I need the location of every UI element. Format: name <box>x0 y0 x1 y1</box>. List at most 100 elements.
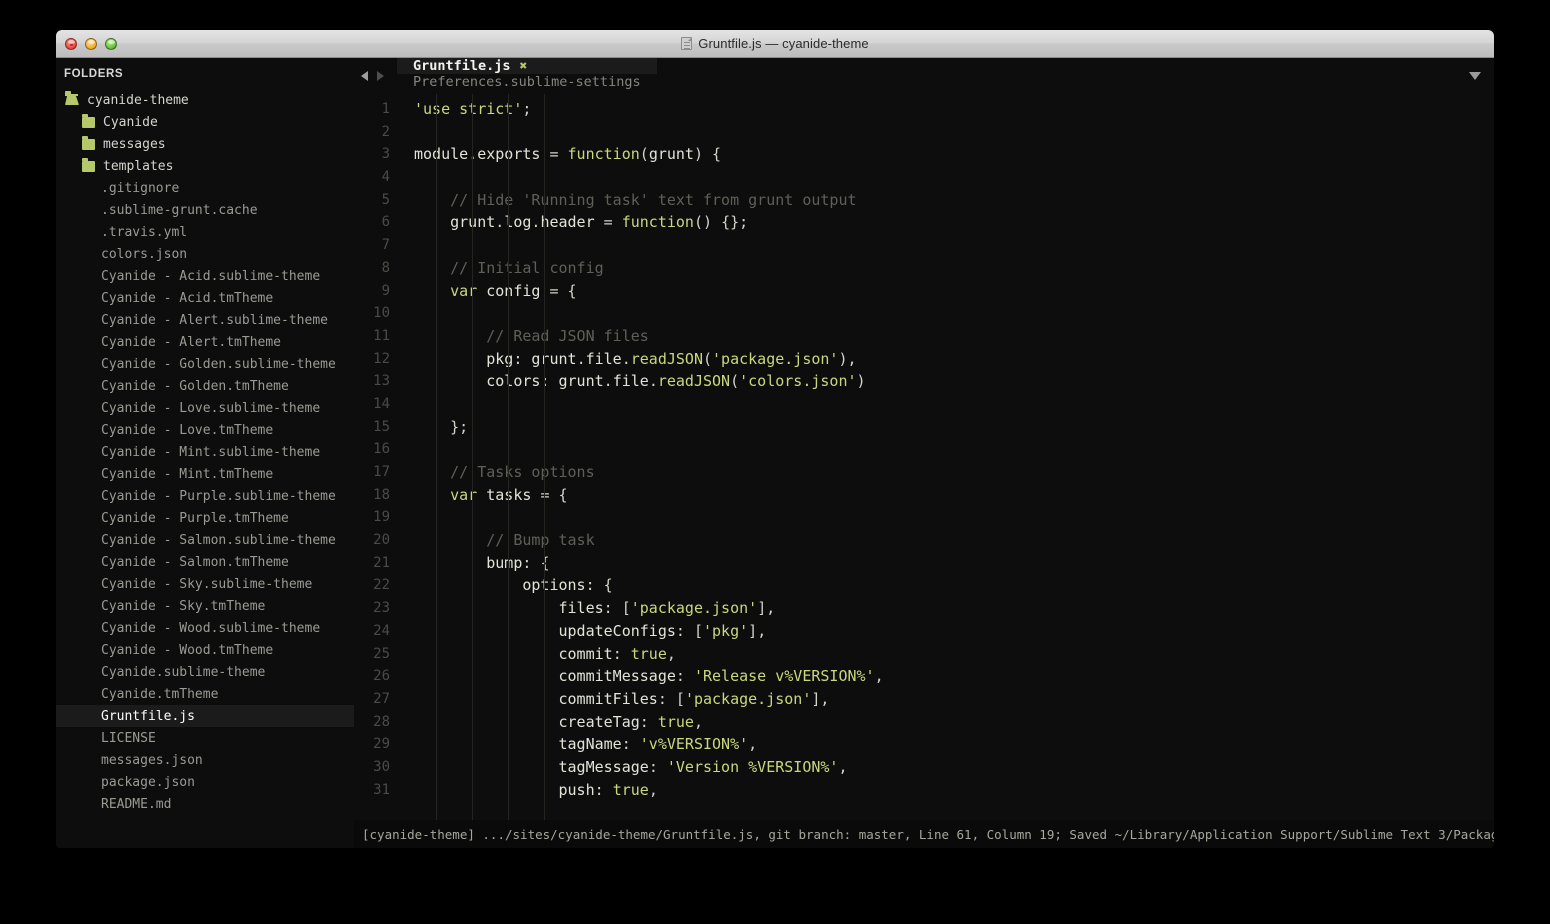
sidebar-item-label: Cyanide - Sky.tmTheme <box>101 598 266 614</box>
sidebar-item-label: Cyanide - Salmon.sublime-theme <box>101 532 336 548</box>
tab-preferences-sublime-settings[interactable]: Preferences.sublime-settings <box>397 74 657 90</box>
tab-gruntfile-js[interactable]: Gruntfile.js ✖ <box>397 58 657 74</box>
sidebar-item-cyanide---salmon.sublime-theme[interactable]: Cyanide - Salmon.sublime-theme <box>56 529 354 551</box>
sidebar-item-.sublime-grunt.cache[interactable]: .sublime-grunt.cache <box>56 199 354 221</box>
sidebar-item-.gitignore[interactable]: .gitignore <box>56 177 354 199</box>
code-line: commit: true, <box>558 644 676 663</box>
code-area[interactable]: 1 2 3 4 5 6 7 8 9 10 11 12 13 14 15 16 17 18 19 20 21 22 23 24 2… <box>354 94 1494 820</box>
window-body: FOLDERS cyanide-theme Cyanide messages tem… <box>56 58 1494 848</box>
sidebar-item-cyanide---purple.sublime-theme[interactable]: Cyanide - Purple.sublime-theme <box>56 485 354 507</box>
line-number: 5 <box>381 191 390 208</box>
sidebar-item-cyanide---acid.tmtheme[interactable]: Cyanide - Acid.tmTheme <box>56 287 354 309</box>
sidebar-header: FOLDERS <box>64 68 124 80</box>
sidebar-item-label: Cyanide - Acid.tmTheme <box>101 290 274 306</box>
sidebar-item-cyanide---love.sublime-theme[interactable]: Cyanide - Love.sublime-theme <box>56 397 354 419</box>
line-number: 20 <box>373 532 390 549</box>
line-number: 17 <box>373 464 390 480</box>
sidebar-item-cyanide---mint.sublime-theme[interactable]: Cyanide - Mint.sublime-theme <box>56 441 354 463</box>
sidebar-root-folder[interactable]: cyanide-theme <box>56 89 354 111</box>
sidebar-item-cyanide.sublime-theme[interactable]: Cyanide.sublime-theme <box>56 661 354 683</box>
sidebar-item-license[interactable]: LICENSE <box>56 727 354 749</box>
sidebar-item-cyanide---sky.sublime-theme[interactable]: Cyanide - Sky.sublime-theme <box>56 573 354 595</box>
line-number: 4 <box>381 169 390 186</box>
line-number: 30 <box>373 758 390 775</box>
sidebar-item-label: package.json <box>101 774 195 790</box>
sidebar-folder-list: Cyanide messages templates <box>56 111 354 177</box>
sidebar-item-cyanide-theme[interactable]: cyanide-theme <box>56 89 354 111</box>
folder-open-icon <box>65 90 79 105</box>
code-line: tagMessage: 'Version %VERSION%', <box>558 757 848 776</box>
sidebar-item-cyanide---wood.sublime-theme[interactable]: Cyanide - Wood.sublime-theme <box>56 617 354 639</box>
sidebar-item-cyanide---alert.sublime-theme[interactable]: Cyanide - Alert.sublime-theme <box>56 309 354 331</box>
sidebar-item-label: Cyanide - Alert.tmTheme <box>101 334 282 350</box>
sidebar-file-list: .gitignore .sublime-grunt.cache .travis.ym… <box>56 177 354 815</box>
sidebar-item-Cyanide[interactable]: Cyanide <box>56 111 354 133</box>
sidebar-item-package.json[interactable]: package.json <box>56 771 354 793</box>
status-bar-text: [cyanide-theme] .../sites/cyanide-theme/… <box>362 826 1494 842</box>
code-line: grunt.log.header = function() {}; <box>450 213 749 232</box>
arrow-right-icon[interactable] <box>377 71 384 81</box>
line-number: 2 <box>381 123 390 140</box>
sidebar-item-cyanide---love.tmtheme[interactable]: Cyanide - Love.tmTheme <box>56 419 354 441</box>
sidebar-item-label: Cyanide - Acid.sublime-theme <box>101 268 321 284</box>
code-line: createTag: true, <box>558 712 704 731</box>
line-number: 3 <box>381 146 390 163</box>
sidebar-item-label: templates <box>103 158 174 174</box>
tab-overflow-menu[interactable] <box>1469 58 1481 94</box>
sidebar-item-label: Cyanide - Love.sublime-theme <box>101 400 321 416</box>
line-number: 22 <box>373 577 390 594</box>
sidebar-item-.travis.yml[interactable]: .travis.yml <box>56 221 354 243</box>
line-number: 31 <box>373 781 390 798</box>
sidebar-item-label: Cyanide - Wood.tmTheme <box>101 642 274 658</box>
arrow-left-icon[interactable] <box>361 71 368 81</box>
title-bar: Gruntfile.js — cyanide-theme <box>56 30 1494 58</box>
chevron-down-icon[interactable] <box>1469 72 1481 80</box>
code-line: files: ['package.json'], <box>558 599 776 618</box>
sidebar-item-messages[interactable]: messages <box>56 133 354 155</box>
status-bar: [cyanide-theme] .../sites/cyanide-theme/… <box>354 820 1494 848</box>
code-content[interactable]: 'use strict'; module.exports = function(… <box>400 94 1494 820</box>
code-line: commitMessage: 'Release v%VERSION%', <box>558 667 884 686</box>
window-title: Gruntfile.js — cyanide-theme <box>56 36 1494 51</box>
sidebar-item-label: .travis.yml <box>101 224 188 240</box>
sidebar-item-label: Cyanide - Sky.sublime-theme <box>101 576 313 592</box>
folder-icon <box>82 157 95 172</box>
sidebar-item-cyanide---salmon.tmtheme[interactable]: Cyanide - Salmon.tmTheme <box>56 551 354 573</box>
sidebar-item-templates[interactable]: templates <box>56 155 354 177</box>
sidebar-item-readme.md[interactable]: README.md <box>56 793 354 815</box>
indent-guide <box>508 94 510 820</box>
sidebar-item-label: Cyanide - Golden.tmTheme <box>101 378 289 394</box>
sidebar-item-cyanide---acid.sublime-theme[interactable]: Cyanide - Acid.sublime-theme <box>56 265 354 287</box>
sidebar-item-cyanide---mint.tmtheme[interactable]: Cyanide - Mint.tmTheme <box>56 463 354 485</box>
line-number: 10 <box>373 305 390 322</box>
code-line: 'use strict'; <box>414 100 532 118</box>
sidebar-item-cyanide---wood.tmtheme[interactable]: Cyanide - Wood.tmTheme <box>56 639 354 661</box>
indent-guide <box>436 94 438 820</box>
code-line: colors: grunt.file.readJSON('colors.json… <box>486 372 866 391</box>
code-line: // Read JSON files <box>486 326 649 345</box>
line-number: 8 <box>381 259 390 276</box>
sidebar-item-label: LICENSE <box>101 730 156 746</box>
sidebar-item-cyanide---purple.tmtheme[interactable]: Cyanide - Purple.tmTheme <box>56 507 354 529</box>
sidebar-item-messages.json[interactable]: messages.json <box>56 749 354 771</box>
code-line: pkg: grunt.file.readJSON('package.json')… <box>486 349 857 368</box>
sidebar-item-colors.json[interactable]: colors.json <box>56 243 354 265</box>
line-number: 26 <box>373 668 390 685</box>
line-number: 9 <box>381 282 390 299</box>
tab-bar: Gruntfile.js ✖ Preferences.sublime-setting… <box>354 58 1494 94</box>
sidebar-item-label: Cyanide - Alert.sublime-theme <box>101 312 328 328</box>
sidebar-item-label: Cyanide - Wood.sublime-theme <box>101 620 321 636</box>
sidebar-item-cyanide---golden.tmtheme[interactable]: Cyanide - Golden.tmTheme <box>56 375 354 397</box>
sidebar-item-cyanide---alert.tmtheme[interactable]: Cyanide - Alert.tmTheme <box>56 331 354 353</box>
close-icon[interactable]: ✖ <box>520 60 528 73</box>
sidebar-item-cyanide---golden.sublime-theme[interactable]: Cyanide - Golden.sublime-theme <box>56 353 354 375</box>
document-icon <box>681 37 693 50</box>
sidebar-item-cyanide---sky.tmtheme[interactable]: Cyanide - Sky.tmTheme <box>56 595 354 617</box>
line-number: 29 <box>373 736 390 753</box>
sidebar-item-cyanide.tmtheme[interactable]: Cyanide.tmTheme <box>56 683 354 705</box>
line-number: 7 <box>381 237 390 254</box>
sidebar-item-gruntfile.js[interactable]: Gruntfile.js <box>56 705 354 727</box>
line-number: 14 <box>373 395 390 412</box>
